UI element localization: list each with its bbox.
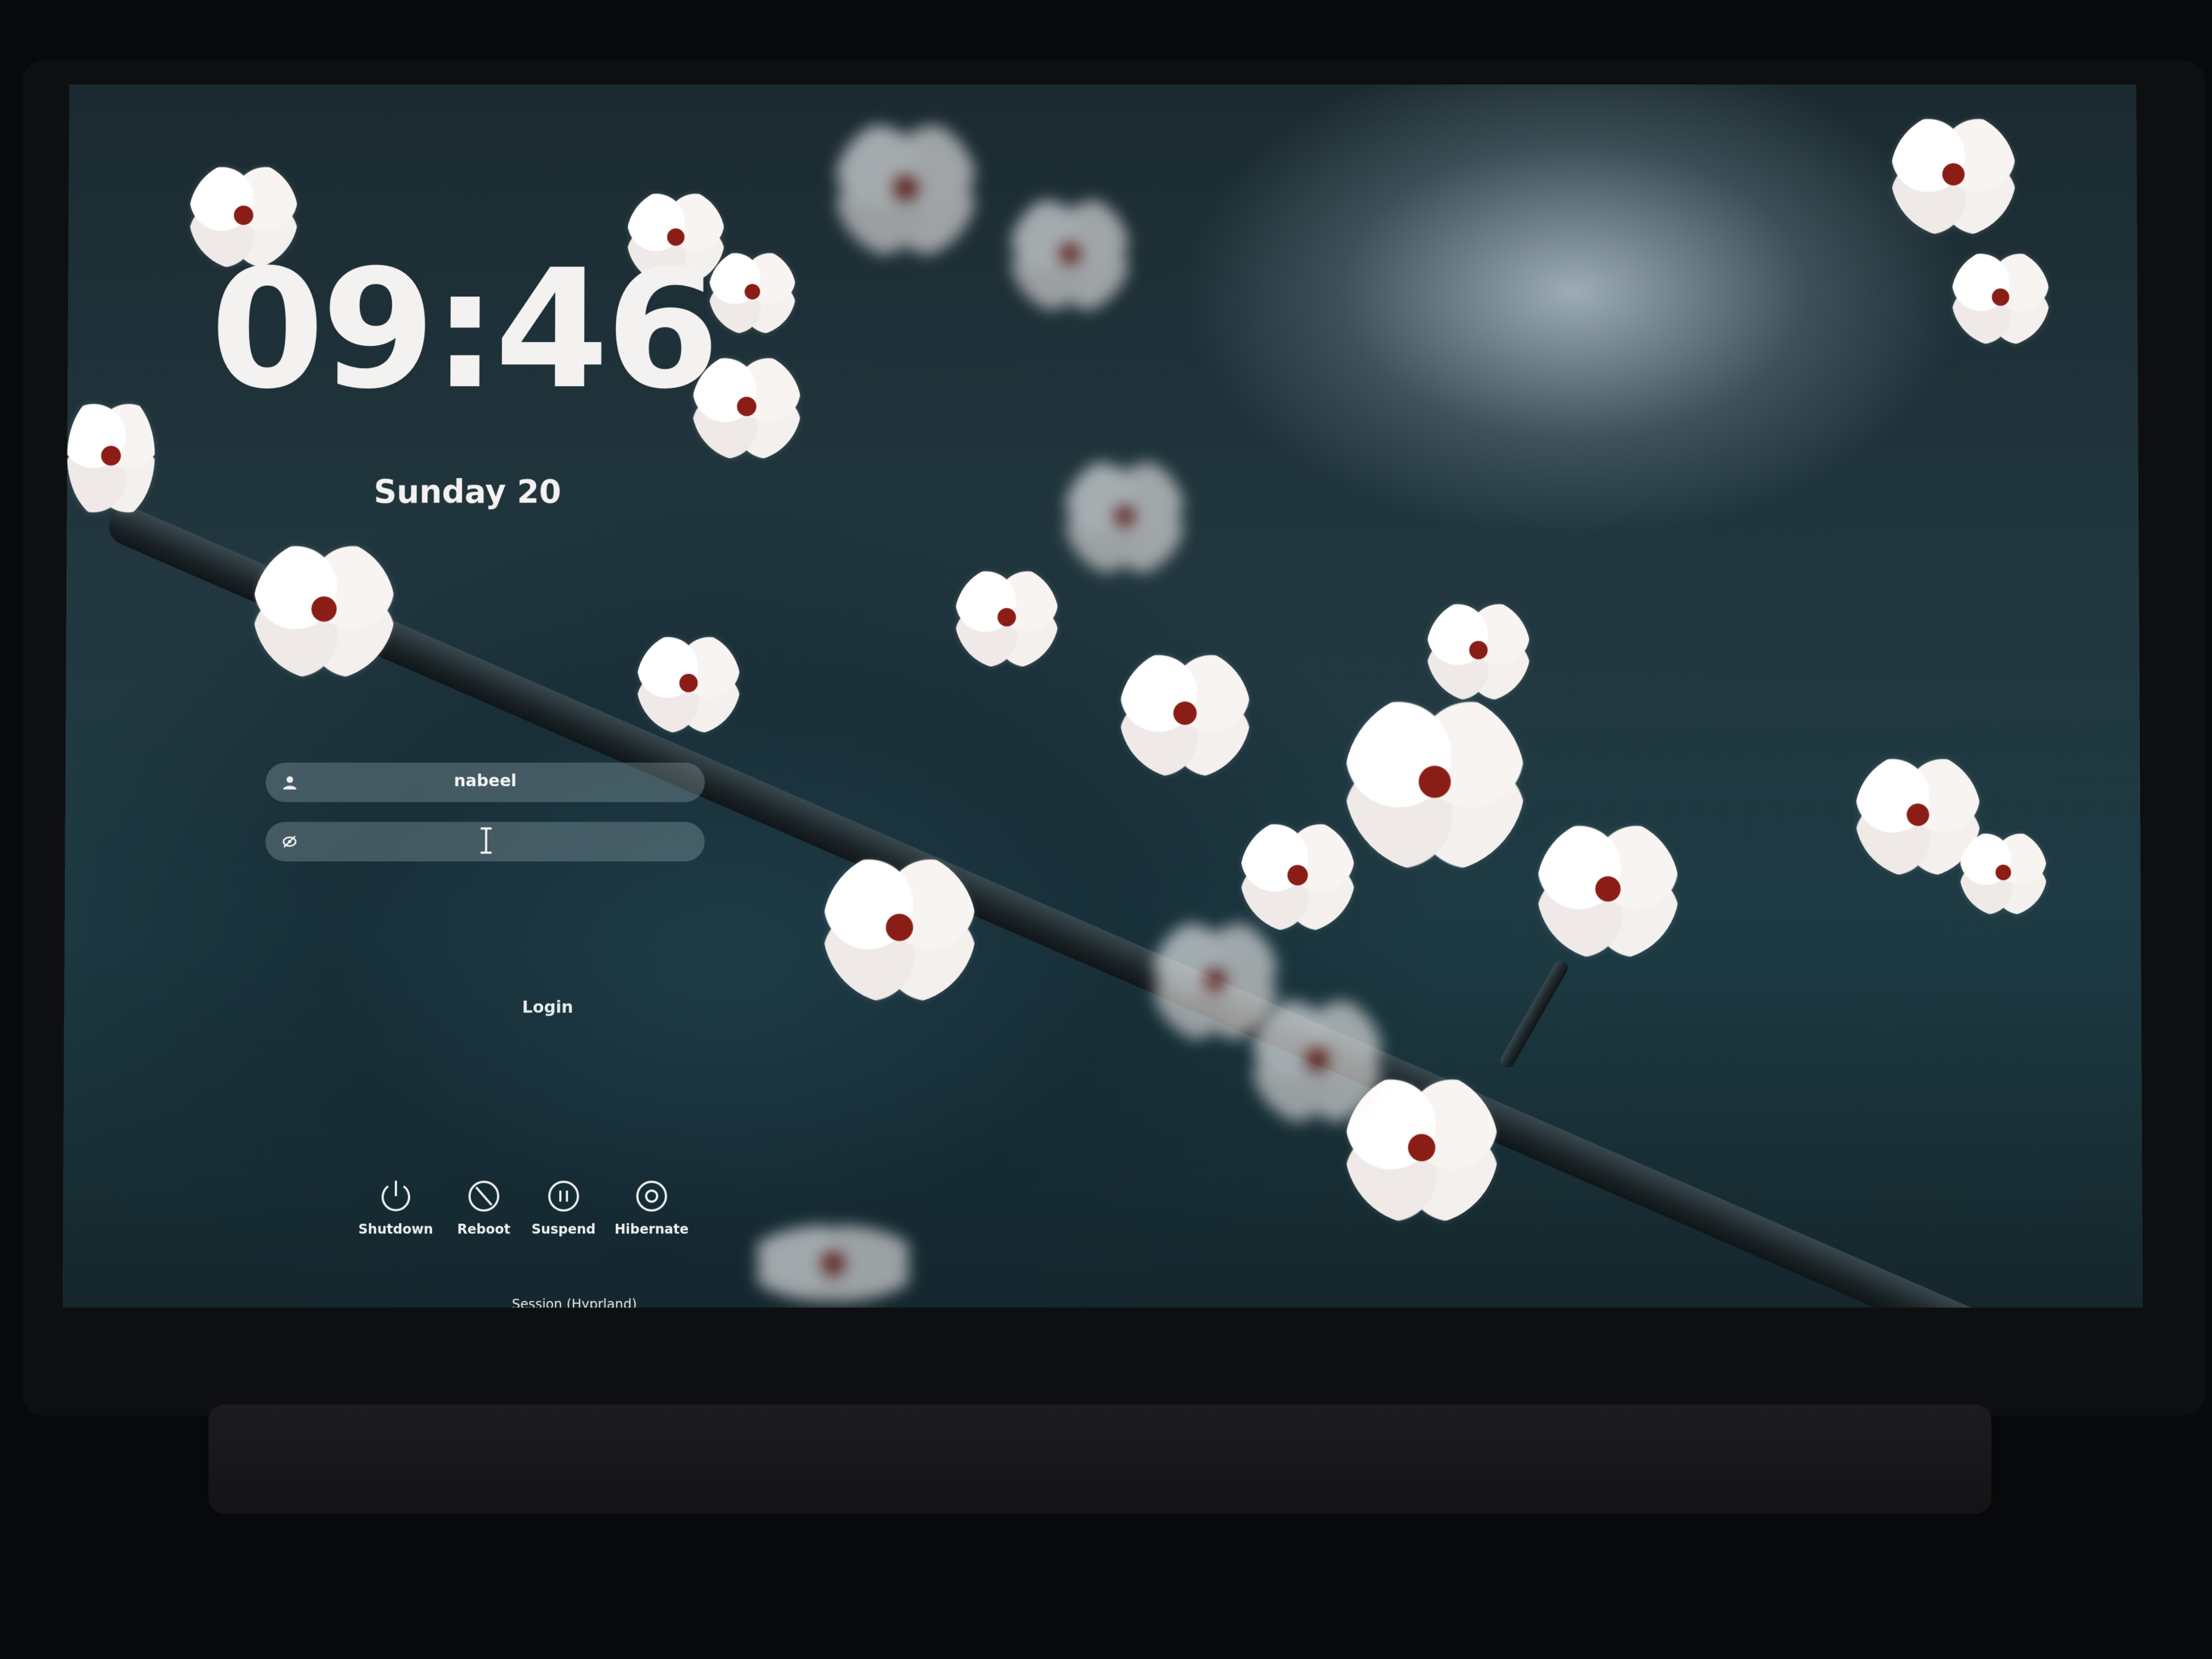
clock-date: Sunday 20 [374, 473, 562, 511]
blossom [1152, 916, 1279, 1043]
shutdown-button[interactable]: Shutdown [349, 1175, 443, 1237]
blossom [1064, 455, 1185, 577]
blossom [1119, 647, 1251, 780]
login-button[interactable]: Login [493, 998, 602, 1025]
blossom [1009, 193, 1130, 314]
suspend-button[interactable]: Suspend [517, 1175, 611, 1237]
photo-background: 09:46 Sunday 20 nabeel Login Shutdown Re… [0, 0, 2212, 1659]
pause-icon [543, 1175, 584, 1217]
blossom [1959, 828, 2048, 917]
shutdown-label: Shutdown [358, 1221, 433, 1237]
blossom [636, 631, 741, 736]
blossom [1536, 817, 1680, 961]
blossom [955, 565, 1059, 670]
blossom [66, 390, 155, 522]
power-icon [375, 1175, 416, 1217]
blossom [834, 117, 977, 259]
blossom [1951, 248, 2050, 347]
username-value: nabeel [454, 771, 517, 791]
blossom [744, 1224, 922, 1302]
blossom [1240, 817, 1356, 933]
blossom [252, 538, 396, 681]
username-field[interactable]: nabeel [266, 763, 705, 803]
login-screen: 09:46 Sunday 20 nabeel Login Shutdown Re… [62, 84, 2143, 1308]
wallpaper-twig [1498, 958, 1571, 1070]
blossom [822, 850, 977, 1005]
blossom [1251, 993, 1384, 1126]
eye-slash-icon[interactable] [282, 834, 297, 849]
hibernate-button[interactable]: Hibernate [605, 1175, 698, 1237]
blossom [1426, 598, 1531, 702]
reboot-icon [463, 1175, 505, 1217]
laptop-hinge [208, 1404, 1991, 1514]
blossom [1890, 111, 2017, 238]
password-field[interactable] [265, 822, 705, 862]
clock-time: 09:46 [210, 234, 717, 425]
suspend-label: Suspend [531, 1221, 596, 1237]
hibernate-icon [631, 1175, 673, 1217]
session-selector[interactable]: Session (Hyprland) [470, 1296, 679, 1307]
blossom [1344, 691, 1526, 873]
mouse-cursor [485, 827, 488, 854]
hibernate-label: Hibernate [614, 1221, 689, 1237]
